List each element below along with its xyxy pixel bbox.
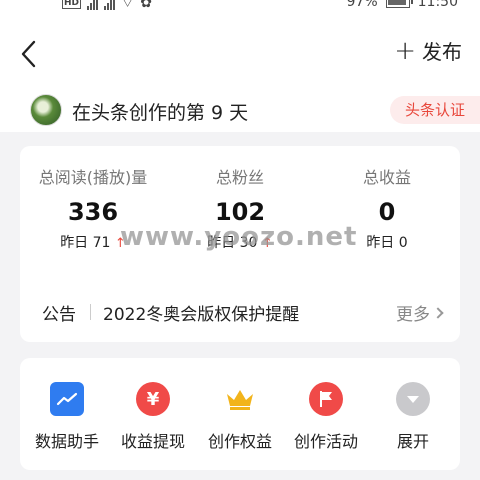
top-bar: + 发布 <box>0 20 480 90</box>
status-bar: HD ⌔ ✿ 97% 11:50 <box>0 0 480 20</box>
hd-icon: HD <box>62 0 82 9</box>
tool-creator-rights[interactable]: 创作权益 <box>197 382 283 452</box>
expand-icon <box>396 382 430 416</box>
battery-percent: 97% <box>346 0 378 10</box>
more-label: 更多 <box>396 305 430 325</box>
chart-icon <box>50 382 84 416</box>
stat-label: 总阅读(播放)量 <box>38 168 148 187</box>
notice-label: 公告 <box>42 305 76 325</box>
notice-text: 2022冬奥会版权保护提醒 <box>103 305 300 325</box>
signal-icon <box>87 0 99 10</box>
stat-label: 总收益 <box>362 168 411 187</box>
tool-expand[interactable]: 展开 <box>370 382 456 452</box>
watermark: www.yoozo.net <box>120 222 358 252</box>
tool-creator-events[interactable]: 创作活动 <box>283 382 369 452</box>
creator-day-text: 在头条创作的第 9 天 <box>72 102 249 124</box>
crown-icon <box>223 382 257 416</box>
status-right: 97% 11:50 <box>347 0 458 10</box>
yuan-icon: ¥ <box>136 382 170 416</box>
tools-card: 数据助手 ¥ 收益提现 创作权益 创作活动 展开 <box>20 358 460 470</box>
notice-bar[interactable]: 公告 2022冬奥会版权保护提醒 更多 <box>20 296 460 328</box>
status-left: HD ⌔ ✿ <box>62 0 152 12</box>
battery-icon <box>385 0 413 8</box>
publish-button[interactable]: + 发布 <box>394 36 462 65</box>
chevron-right-icon <box>432 306 444 319</box>
flag-icon <box>309 382 343 416</box>
tool-income-withdraw[interactable]: ¥ 收益提现 <box>110 382 196 452</box>
notice-divider <box>90 304 91 320</box>
tool-label: 展开 <box>396 432 429 451</box>
signal-icon-2 <box>104 0 116 10</box>
tool-label: 创作权益 <box>207 432 272 451</box>
publish-label: 发布 <box>422 40 462 64</box>
avatar[interactable] <box>30 94 62 126</box>
tool-label: 收益提现 <box>120 432 185 451</box>
certification-badge[interactable]: 头条认证 <box>390 96 480 124</box>
wifi-icon: ⌔ <box>121 0 135 11</box>
plus-icon: + <box>394 35 416 66</box>
app-icon: ✿ <box>140 0 152 11</box>
more-link[interactable]: 更多 <box>396 300 444 325</box>
tool-label: 数据助手 <box>34 432 99 451</box>
tool-data-assistant[interactable]: 数据助手 <box>24 382 110 452</box>
stat-label: 总粉丝 <box>215 168 264 187</box>
status-time: 11:50 <box>417 0 458 10</box>
tool-label: 创作活动 <box>293 432 358 451</box>
back-icon[interactable] <box>18 38 42 70</box>
